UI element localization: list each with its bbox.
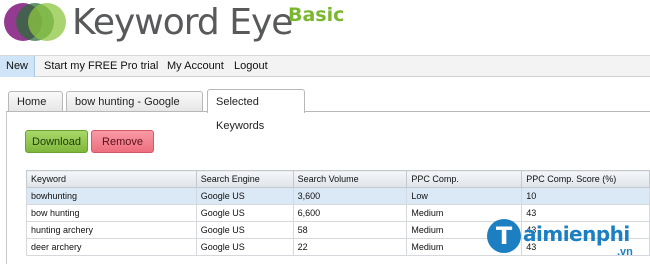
edition-label: Basic	[288, 4, 345, 26]
cell-search-volume: 6,600	[292, 204, 408, 222]
top-menu-bar: New Start my FREE Pro trial My Account L…	[0, 55, 650, 77]
cell-search-engine: Google US	[195, 204, 294, 222]
menu-item-my-account[interactable]: My Account	[167, 56, 224, 77]
tab-selected-keywords[interactable]: Selected Keywords	[207, 89, 305, 132]
menu-item-new[interactable]: New	[0, 56, 36, 77]
watermark-text: aimienphi	[523, 222, 630, 246]
cell-keyword: hunting archery	[26, 221, 197, 239]
cell-search-engine: Google US	[195, 187, 294, 205]
download-button[interactable]: Download	[25, 130, 88, 153]
taimienphi-watermark: T aimienphi .vn	[487, 219, 650, 264]
table-header-row: Keyword Search Engine Search Volume PPC …	[26, 170, 650, 188]
cell-keyword: bow hunting	[26, 204, 197, 222]
cell-search-engine: Google US	[195, 238, 294, 256]
remove-button[interactable]: Remove	[91, 130, 154, 153]
cell-ppc-score: 10	[521, 187, 650, 205]
cell-search-engine: Google US	[195, 221, 294, 239]
watermark-suffix: .vn	[617, 246, 633, 258]
cell-keyword: deer archery	[26, 238, 197, 256]
watermark-logo-icon: T	[487, 219, 521, 253]
cell-search-volume: 22	[292, 238, 408, 256]
tab-home[interactable]: Home	[8, 91, 63, 112]
column-header-search-volume[interactable]: Search Volume	[292, 170, 408, 188]
cell-search-volume: 3,600	[292, 187, 408, 205]
brand-name: Keyword Eye	[72, 2, 293, 43]
app-header: Keyword Eye Basic	[0, 0, 650, 54]
column-header-ppc-comp[interactable]: PPC Comp.	[406, 170, 523, 188]
cell-search-volume: 58	[292, 221, 408, 239]
table-row[interactable]: bowhunting Google US 3,600 Low 10	[26, 187, 650, 205]
menu-item-logout[interactable]: Logout	[234, 56, 268, 77]
column-header-ppc-comp-score[interactable]: PPC Comp. Score (%)	[521, 170, 650, 188]
logo-circle-light-green	[28, 3, 66, 41]
cell-ppc-comp: Low	[406, 187, 523, 205]
column-header-keyword[interactable]: Keyword	[26, 170, 197, 188]
column-header-search-engine[interactable]: Search Engine	[195, 170, 294, 188]
cell-keyword: bowhunting	[26, 187, 197, 205]
tab-bow-hunting-google-us[interactable]: bow hunting - Google US	[66, 91, 203, 128]
menu-item-pro-trial[interactable]: Start my FREE Pro trial	[44, 56, 158, 77]
keyword-eye-logo	[4, 3, 66, 41]
